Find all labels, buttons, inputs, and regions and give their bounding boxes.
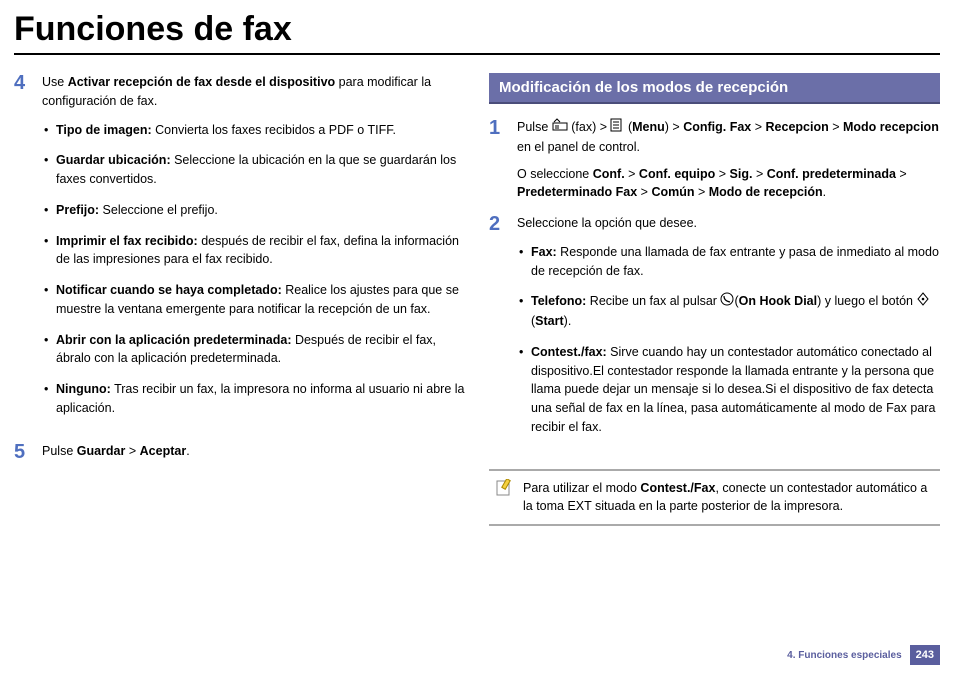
section-heading: Modificación de los modos de recepción — [489, 73, 940, 104]
step-1: 1 Pulse (fax) > (Menu) > Config. Fax > R… — [489, 118, 940, 202]
chapter-reference: 4. Funciones especiales — [787, 650, 902, 661]
step-body: Pulse Guardar > Aceptar. — [42, 442, 465, 462]
note-box: Para utilizar el modo Contest./Fax, cone… — [489, 469, 940, 527]
text-bold: Conf. predeterminada — [767, 167, 896, 181]
item-key: Fax: — [531, 245, 557, 259]
item-value: Seleccione el prefijo. — [99, 203, 218, 217]
step-5: 5 Pulse Guardar > Aceptar. — [14, 442, 465, 462]
text: en el panel de control. — [517, 140, 640, 154]
item-key: Abrir con la aplicación predeterminada: — [56, 333, 291, 347]
phone-icon — [720, 292, 734, 312]
list-item: Notificar cuando se haya completado: Rea… — [56, 281, 465, 319]
bullet-list: Tipo de imagen: Convierta los faxes reci… — [42, 121, 465, 418]
list-item: Guardar ubicación: Seleccione la ubicaci… — [56, 151, 465, 189]
text: > — [715, 167, 729, 181]
left-column: 4 Use Activar recepción de fax desde el … — [14, 73, 465, 526]
text-bold: Config. Fax — [683, 120, 751, 134]
text-bold: Start — [535, 314, 563, 328]
text: > — [637, 185, 651, 199]
text: Pulse — [517, 120, 552, 134]
step-number: 4 — [14, 73, 32, 430]
list-item: Tipo de imagen: Convierta los faxes reci… — [56, 121, 465, 140]
item-value: Convierta los faxes recibidos a PDF o TI… — [152, 123, 396, 137]
item-key: Guardar ubicación: — [56, 153, 171, 167]
text-bold: Contest./Fax — [640, 481, 715, 495]
text-bold: Aceptar — [140, 444, 187, 458]
step-number: 2 — [489, 214, 507, 449]
list-item: Contest./fax: Sirve cuando hay un contes… — [531, 343, 940, 437]
text-bold: Sig. — [730, 167, 753, 181]
text: Use — [42, 75, 68, 89]
text-bold: Activar recepción de fax desde el dispos… — [68, 75, 335, 89]
item-key: Prefijo: — [56, 203, 99, 217]
text: > — [751, 120, 765, 134]
item-value: Responde una llamada de fax entrante y p… — [531, 245, 939, 278]
right-column: Modificación de los modos de recepción 1… — [489, 73, 940, 526]
note-icon — [495, 479, 513, 497]
text: Recibe un fax al pulsar — [586, 294, 720, 308]
item-key: Imprimir el fax recibido: — [56, 234, 198, 248]
content-columns: 4 Use Activar recepción de fax desde el … — [14, 73, 940, 526]
text-bold: Conf. equipo — [639, 167, 715, 181]
text-bold: Modo recepcion — [843, 120, 939, 134]
text: ). — [564, 314, 572, 328]
text: > — [698, 185, 709, 199]
page-footer: 4. Funciones especiales 243 — [787, 645, 940, 665]
text: Pulse — [42, 444, 77, 458]
item-key: Contest./fax: — [531, 345, 607, 359]
text-bold: Predeterminado Fax — [517, 185, 637, 199]
text: ) y luego el botón — [817, 294, 916, 308]
text-bold: Menu — [632, 120, 665, 134]
step-body: Use Activar recepción de fax desde el di… — [42, 73, 465, 430]
menu-icon — [610, 118, 624, 138]
item-key: Ninguno: — [56, 382, 111, 396]
text: > — [752, 167, 766, 181]
page-title: Funciones de fax — [14, 10, 940, 55]
list-item: Fax: Responde una llamada de fax entrant… — [531, 243, 940, 281]
page-number: 243 — [910, 645, 940, 665]
item-key: Notificar cuando se haya completado: — [56, 283, 282, 297]
text-bold: Modo de recepción — [709, 185, 823, 199]
step-4: 4 Use Activar recepción de fax desde el … — [14, 73, 465, 430]
text: . — [186, 444, 189, 458]
list-item: Imprimir el fax recibido: después de rec… — [56, 232, 465, 270]
text: > — [125, 444, 139, 458]
step-body: Pulse (fax) > (Menu) > Config. Fax > Rec… — [517, 118, 940, 202]
text-bold: Común — [651, 185, 698, 199]
text-bold: Conf. — [593, 167, 625, 181]
text: > — [829, 120, 843, 134]
text: Para utilizar el modo — [523, 481, 640, 495]
text: (fax) > — [571, 120, 610, 134]
text-bold: Recepcion — [766, 120, 829, 134]
text-bold: On Hook Dial — [739, 294, 817, 308]
text: > — [625, 167, 639, 181]
start-icon — [916, 292, 930, 312]
step-2: 2 Seleccione la opción que desee. Fax: R… — [489, 214, 940, 449]
list-item: Abrir con la aplicación predeterminada: … — [56, 331, 465, 369]
step-number: 5 — [14, 442, 32, 462]
text: > — [896, 167, 907, 181]
text: Seleccione la opción que desee. — [517, 216, 697, 230]
text-bold: Guardar — [77, 444, 126, 458]
text: . — [823, 185, 826, 199]
item-key: Tipo de imagen: — [56, 123, 152, 137]
item-key: Telefono: — [531, 294, 586, 308]
step-number: 1 — [489, 118, 507, 202]
fax-icon — [552, 118, 568, 138]
text: ) > — [665, 120, 683, 134]
bullet-list: Fax: Responde una llamada de fax entrant… — [517, 243, 940, 437]
text: O seleccione — [517, 167, 593, 181]
step-body: Seleccione la opción que desee. Fax: Res… — [517, 214, 940, 449]
note-text: Para utilizar el modo Contest./Fax, cone… — [523, 479, 934, 517]
list-item: Prefijo: Seleccione el prefijo. — [56, 201, 465, 220]
list-item: Ninguno: Tras recibir un fax, la impreso… — [56, 380, 465, 418]
list-item: Telefono: Recibe un fax al pulsar (On Ho… — [531, 292, 940, 331]
item-value: Tras recibir un fax, la impresora no inf… — [56, 382, 464, 415]
